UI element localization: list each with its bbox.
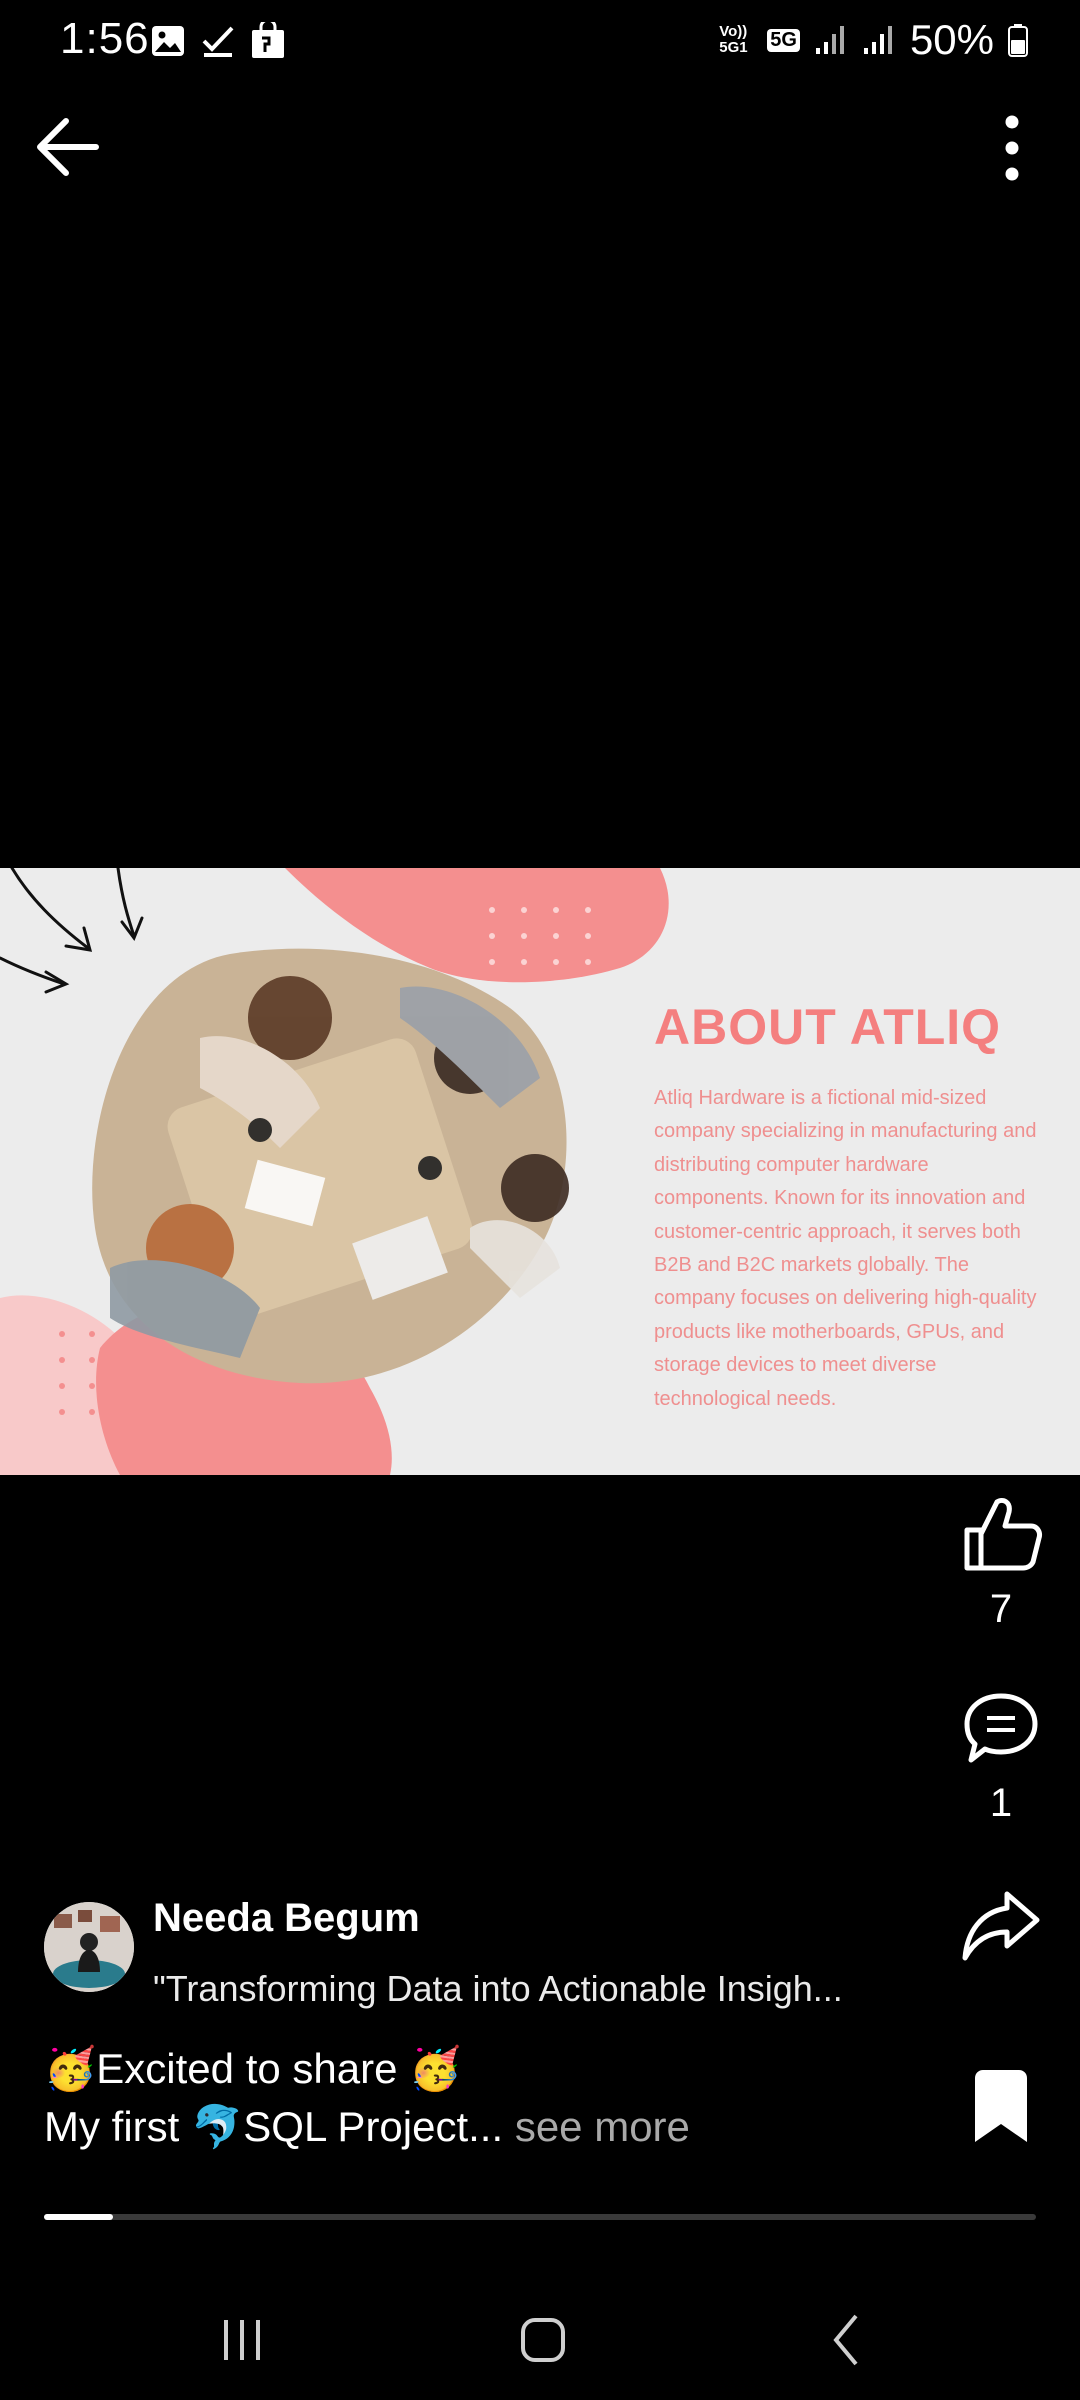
document-slide[interactable]: ABOUT ATLIQ Atliq Hardware is a fictiona… <box>0 868 1080 1475</box>
comment-icon <box>964 1693 1038 1763</box>
checkmark-icon <box>202 26 234 57</box>
comment-button[interactable]: 1 <box>951 1690 1051 1826</box>
bookmark-icon <box>975 2070 1027 2142</box>
arrow-left-icon <box>37 118 99 176</box>
author-name[interactable]: Needa Begum <box>153 1896 420 1941</box>
system-back-button[interactable] <box>786 2300 906 2380</box>
home-icon <box>521 2318 565 2362</box>
post-caption[interactable]: 🥳Excited to share 🥳 My first 🐬SQL Projec… <box>44 2040 690 2156</box>
more-options-button[interactable] <box>980 112 1040 188</box>
like-count: 7 <box>989 1587 1013 1631</box>
status-time: 1:56 <box>60 14 150 63</box>
like-button[interactable]: 7 <box>951 1494 1051 1632</box>
thumbs-up-icon <box>964 1497 1042 1571</box>
avatar-image <box>44 1902 134 1992</box>
caption-text: My first 🐬SQL Project... <box>44 2103 504 2150</box>
caption-line-1: 🥳Excited to share 🥳 <box>44 2045 462 2092</box>
image-icon <box>152 26 184 56</box>
status-left-icons <box>150 22 286 60</box>
share-button[interactable] <box>951 1888 1051 1969</box>
volte-indicator: Vo)) 5G1 <box>719 23 748 56</box>
more-vertical-icon <box>1005 115 1019 181</box>
save-button[interactable] <box>951 2068 1051 2149</box>
signal-icon <box>815 26 844 54</box>
progress-fill <box>44 2214 114 2220</box>
slide-title: ABOUT ATLIQ <box>654 999 1002 1055</box>
see-more-link[interactable]: see more <box>503 2103 690 2150</box>
share-icon <box>962 1891 1040 1961</box>
network-5g: 5G <box>767 28 800 52</box>
comment-count: 1 <box>989 1781 1013 1825</box>
back-button[interactable] <box>30 112 106 182</box>
author-headline: "Transforming Data into Actionable Insig… <box>153 1968 843 2009</box>
caption-line-2: My first 🐬SQL Project... see more <box>44 2098 690 2156</box>
home-button[interactable] <box>483 2300 603 2380</box>
recents-icon <box>224 2320 260 2360</box>
battery-icon <box>1008 24 1028 57</box>
back-chevron-icon <box>833 2314 858 2366</box>
document-progress-bar[interactable] <box>44 2214 1036 2220</box>
recents-button[interactable] <box>182 2300 302 2380</box>
slide-body: Atliq Hardware is a fictional mid-sized … <box>654 1087 1037 1410</box>
battery-percent: 50% <box>909 16 994 63</box>
shopping-bag-icon <box>252 22 284 58</box>
status-right: Vo)) 5G1 5G 50% <box>719 16 1028 64</box>
author-avatar[interactable] <box>44 1902 134 1992</box>
signal-icon <box>863 26 892 54</box>
